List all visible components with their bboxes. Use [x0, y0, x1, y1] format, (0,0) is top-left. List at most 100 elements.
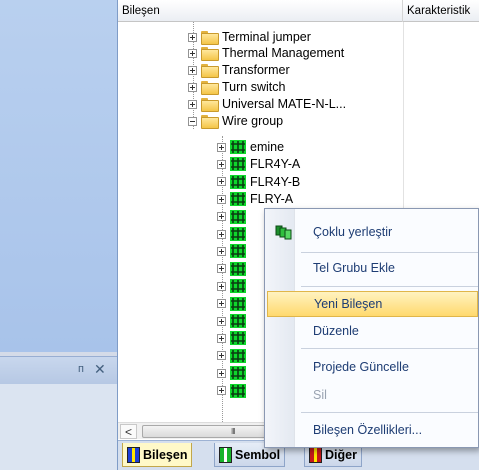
tree-node-label: Turn switch [222, 80, 286, 94]
wire-icon [230, 227, 246, 241]
wire-icon [230, 314, 246, 328]
folder-icon [201, 81, 219, 95]
tree-node-wire[interactable] [217, 348, 250, 364]
tree-node-wire[interactable]: FLR4Y-B [217, 174, 300, 190]
tree-node-folder[interactable]: Turn switch [188, 79, 285, 95]
tree-node-wire[interactable] [217, 383, 250, 399]
tree-node-wire[interactable] [217, 296, 250, 312]
column-header-component[interactable]: Bileşen [118, 0, 403, 22]
tree-node-wire[interactable] [217, 243, 250, 259]
expand-icon[interactable] [217, 142, 226, 152]
menu-item-delete: Sil [267, 382, 478, 408]
component-tab-icon [127, 446, 140, 463]
tree-node-wire[interactable] [217, 330, 250, 346]
tree-node-folder[interactable]: Thermal Management [188, 45, 344, 61]
tab-label: Bileşen [143, 447, 188, 462]
expand-icon[interactable] [217, 281, 226, 291]
menu-separator [301, 252, 478, 253]
menu-separator [301, 286, 478, 287]
expand-icon[interactable] [217, 159, 226, 169]
tree-node-wire[interactable] [217, 226, 250, 242]
expand-icon[interactable] [217, 229, 226, 239]
wire-icon [230, 261, 246, 276]
menu-item-label: Tel Grubu Ekle [313, 261, 395, 275]
wire-icon [230, 157, 246, 172]
tree-node-wire[interactable] [217, 278, 250, 294]
tree-node-folder-expanded[interactable]: Wire group [188, 113, 283, 129]
tree-node-wire[interactable]: emine [217, 139, 284, 155]
wire-icon [230, 383, 246, 398]
wire-icon [230, 209, 246, 224]
tree-node-wire[interactable] [217, 261, 250, 277]
tree-node-wire[interactable] [217, 313, 250, 329]
tab-bilesen[interactable]: Bileşen [122, 443, 193, 467]
wire-icon [230, 331, 246, 346]
wire-icon [230, 174, 246, 189]
menu-item-label: Projede Güncelle [313, 360, 409, 374]
tree-node-wire[interactable] [217, 209, 250, 225]
menu-item-add-wire-group[interactable]: Tel Grubu Ekle [267, 255, 478, 281]
expand-icon[interactable] [217, 351, 226, 361]
wire-icon [230, 348, 246, 363]
column-header-row: Bileşen Karakteristik [118, 0, 479, 22]
expand-icon[interactable] [217, 194, 226, 204]
expand-icon[interactable] [188, 32, 197, 42]
multi-place-icon [275, 225, 292, 240]
menu-item-edit[interactable]: Düzenle [267, 318, 478, 344]
folder-icon [201, 47, 219, 61]
tree-node-label: emine [250, 140, 285, 154]
tree-node-label: Universal MATE-N-L... [222, 97, 347, 111]
expand-icon[interactable] [217, 368, 226, 378]
expand-icon[interactable] [217, 246, 226, 256]
expand-icon[interactable] [188, 65, 197, 75]
close-icon[interactable]: ✕ [94, 361, 106, 377]
pin-icon[interactable]: ᴨ [78, 361, 84, 377]
tree-node-label: Terminal jumper [222, 30, 311, 44]
expand-icon[interactable] [217, 264, 226, 274]
expand-icon[interactable] [217, 299, 226, 309]
context-menu: Çoklu yerleştir Tel Grubu Ekle Yeni Bile… [264, 208, 479, 448]
tree-node-folder[interactable]: Transformer [188, 62, 290, 78]
tree-node-folder[interactable]: Terminal jumper [188, 29, 311, 45]
scroll-grip-icon: III [231, 427, 236, 436]
column-header-characteristic[interactable]: Karakteristik [403, 0, 479, 22]
menu-item-label: Düzenle [313, 324, 359, 338]
tree-node-wire[interactable]: FLR4Y-A [217, 156, 300, 172]
collapse-icon[interactable] [188, 116, 197, 126]
tree-node-label: FLRY-A [250, 192, 294, 207]
folder-open-icon [201, 115, 219, 129]
tree-node-label: Transformer [222, 63, 290, 77]
wire-icon [230, 140, 246, 154]
tree-node-label: Wire group [222, 114, 284, 128]
expand-icon[interactable] [188, 48, 197, 58]
wire-icon [230, 279, 246, 294]
expand-icon[interactable] [188, 82, 197, 92]
menu-item-label: Bileşen Özellikleri... [313, 423, 423, 437]
expand-icon[interactable] [217, 333, 226, 343]
menu-item-update-in-project[interactable]: Projede Güncelle [267, 354, 478, 380]
expand-icon[interactable] [217, 316, 226, 326]
menu-item-label: Çoklu yerleştir [313, 225, 393, 239]
expand-icon[interactable] [217, 212, 226, 222]
folder-icon [201, 98, 219, 112]
menu-item-multi-place[interactable]: Çoklu yerleştir [267, 219, 478, 245]
tree-node-folder[interactable]: Universal MATE-N-L... [188, 96, 346, 112]
menu-separator [301, 348, 478, 349]
tree-node-wire[interactable]: FLRY-A [217, 191, 293, 207]
left-lower-area [0, 384, 117, 470]
wire-icon [230, 192, 246, 207]
wire-icon [230, 244, 246, 259]
menu-item-new-component[interactable]: Yeni Bileşen [267, 291, 478, 317]
tab-label: Diğer [325, 447, 357, 462]
menu-item-label: Yeni Bileşen [314, 297, 383, 311]
wire-icon [230, 296, 246, 311]
expand-icon[interactable] [217, 177, 226, 187]
expand-icon[interactable] [188, 99, 197, 109]
scroll-left-button[interactable]: < [120, 424, 137, 439]
symbol-tab-icon [219, 446, 232, 463]
tab-label: Sembol [235, 447, 281, 462]
expand-icon[interactable] [217, 386, 226, 396]
tree-node-wire[interactable] [217, 365, 250, 381]
menu-item-component-properties[interactable]: Bileşen Özellikleri... [267, 417, 478, 443]
folder-icon [201, 64, 219, 78]
